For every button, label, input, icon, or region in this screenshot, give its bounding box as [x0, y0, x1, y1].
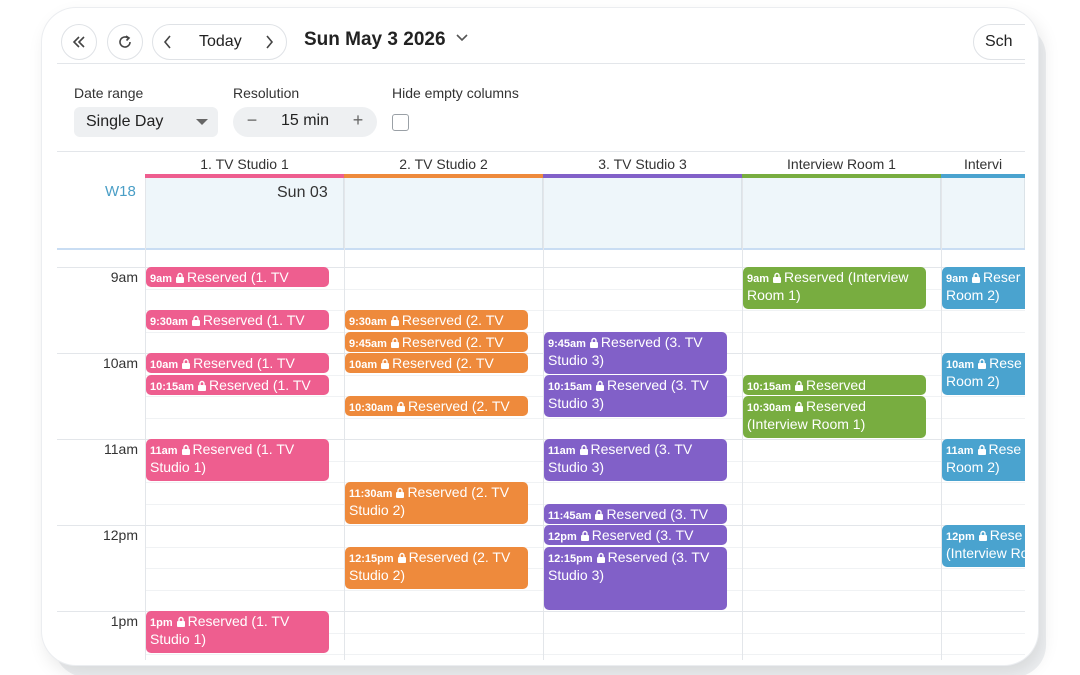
- lock-icon: [795, 401, 804, 412]
- event-block[interactable]: 11:45am Reserved (3. TV: [544, 504, 727, 524]
- lock-icon: [390, 337, 399, 348]
- resolution-label: Resolution: [233, 85, 300, 101]
- event-block[interactable]: 10:30am Reserved (2. TV: [345, 396, 528, 416]
- event-block[interactable]: 10am Reserved (1. TV: [146, 353, 329, 373]
- event-block[interactable]: 10:15am Reserved: [743, 375, 926, 395]
- resolution-stepper: − 15 min +: [233, 107, 377, 137]
- lock-icon: [176, 272, 185, 283]
- event-block[interactable]: 12:15pm Reserved (3. TV Studio 3): [544, 547, 727, 610]
- event-block[interactable]: 11am Reserved (1. TV Studio 1): [146, 439, 329, 481]
- event-block[interactable]: 10am Rese Room 2): [942, 353, 1025, 395]
- date-navigation: Today: [152, 24, 287, 60]
- lock-icon: [978, 530, 987, 541]
- lock-icon: [595, 509, 604, 520]
- allday-cell[interactable]: [344, 178, 543, 248]
- lock-icon: [381, 358, 390, 369]
- double-chevron-left-icon: [72, 36, 85, 48]
- event-block[interactable]: 1pm Reserved (1. TV Studio 1): [146, 611, 329, 653]
- allday-divider: [57, 248, 1025, 250]
- week-number[interactable]: W18: [105, 183, 136, 200]
- lock-icon: [596, 380, 605, 391]
- next-day-button[interactable]: [260, 33, 278, 51]
- column-divider: [344, 178, 345, 660]
- lock-icon: [589, 337, 598, 348]
- event-block[interactable]: 10:15am Reserved (3. TV Studio 3): [544, 375, 727, 417]
- event-block[interactable]: 10:30am Reserved (Interview Room 1): [743, 396, 926, 438]
- lock-icon: [198, 380, 207, 391]
- time-label: 10am: [102, 355, 138, 371]
- date-range-label: Date range: [74, 85, 144, 101]
- collapse-button[interactable]: [61, 24, 97, 60]
- event-block[interactable]: 9am Reserved (1. TV: [146, 267, 329, 287]
- filter-bar: Date range Single Day Resolution − 15 mi…: [57, 64, 1025, 152]
- event-block[interactable]: 10:15am Reserved (1. TV: [146, 375, 329, 395]
- lock-icon: [795, 380, 804, 391]
- event-block[interactable]: 12pm Rese (Interview Ro: [942, 525, 1025, 567]
- caret-down-icon: [196, 119, 208, 125]
- column-divider: [941, 178, 942, 660]
- hide-empty-checkbox[interactable]: [392, 114, 409, 131]
- column-divider: [145, 178, 146, 660]
- day-header[interactable]: Sun 03: [277, 184, 328, 202]
- allday-cell[interactable]: [543, 178, 742, 248]
- prev-day-button[interactable]: [159, 33, 177, 51]
- time-label: 12pm: [102, 527, 138, 543]
- increase-resolution-button[interactable]: +: [347, 110, 369, 132]
- event-block[interactable]: 11am Reserved (3. TV Studio 3): [544, 439, 727, 481]
- lock-icon: [181, 444, 190, 455]
- allday-cell[interactable]: [941, 178, 1025, 248]
- toolbar: Today Sun May 3 2026 Sch: [57, 20, 1025, 64]
- schedule-button[interactable]: Sch: [973, 24, 1025, 60]
- event-block[interactable]: 9:45am Reserved (3. TV Studio 3): [544, 332, 727, 374]
- event-block[interactable]: 9:30am Reserved (1. TV: [146, 310, 329, 330]
- event-block[interactable]: 10am Reserved (2. TV: [345, 353, 528, 373]
- event-block[interactable]: 9:45am Reserved (2. TV: [345, 332, 528, 352]
- event-block[interactable]: 9am Reserved (Interview Room 1): [743, 267, 926, 309]
- time-label: 9am: [110, 269, 138, 285]
- today-button[interactable]: Today: [199, 33, 242, 51]
- event-block[interactable]: 9:30am Reserved (2. TV: [345, 310, 528, 330]
- lock-icon: [182, 358, 191, 369]
- lock-icon: [773, 272, 782, 283]
- calendar-app: Today Sun May 3 2026 Sch Date range Sing…: [57, 20, 1025, 660]
- event-block[interactable]: 11:30am Reserved (2. TV Studio 2): [345, 482, 528, 524]
- event-block[interactable]: 9am Reser Room 2): [942, 267, 1025, 309]
- lock-icon: [978, 358, 987, 369]
- refresh-button[interactable]: [107, 24, 143, 60]
- current-date-title[interactable]: Sun May 3 2026: [304, 29, 446, 51]
- time-label: 1pm: [110, 613, 138, 629]
- chevron-down-icon[interactable]: [455, 33, 469, 43]
- chevron-right-icon: [266, 35, 274, 49]
- lock-icon: [397, 552, 406, 563]
- lock-icon: [396, 487, 405, 498]
- device-frame: Today Sun May 3 2026 Sch Date range Sing…: [42, 8, 1038, 665]
- lock-icon: [580, 530, 589, 541]
- refresh-icon: [119, 35, 131, 48]
- lock-icon: [972, 272, 981, 283]
- slot-gridline: [145, 482, 1025, 483]
- slot-gridline: [145, 654, 1025, 655]
- hour-gridline: [57, 525, 1025, 526]
- chevron-left-icon: [163, 35, 171, 49]
- date-range-select[interactable]: Single Day: [74, 107, 218, 137]
- event-block[interactable]: 12pm Reserved (3. TV: [544, 525, 727, 545]
- hide-empty-label: Hide empty columns: [392, 85, 519, 101]
- lock-icon: [397, 401, 406, 412]
- lock-icon: [176, 616, 185, 627]
- date-range-value: Single Day: [86, 113, 164, 130]
- event-block[interactable]: 11am Rese Room 2): [942, 439, 1025, 481]
- lock-icon: [579, 444, 588, 455]
- allday-cell[interactable]: [742, 178, 941, 248]
- calendar-grid: 1. TV Studio 1 2. TV Studio 2 3. TV Stud…: [57, 152, 1025, 660]
- lock-icon: [596, 552, 605, 563]
- time-label: 11am: [104, 441, 138, 457]
- lock-icon: [191, 315, 200, 326]
- event-block[interactable]: 12:15pm Reserved (2. TV Studio 2): [345, 547, 528, 589]
- lock-icon: [977, 444, 986, 455]
- lock-icon: [390, 315, 399, 326]
